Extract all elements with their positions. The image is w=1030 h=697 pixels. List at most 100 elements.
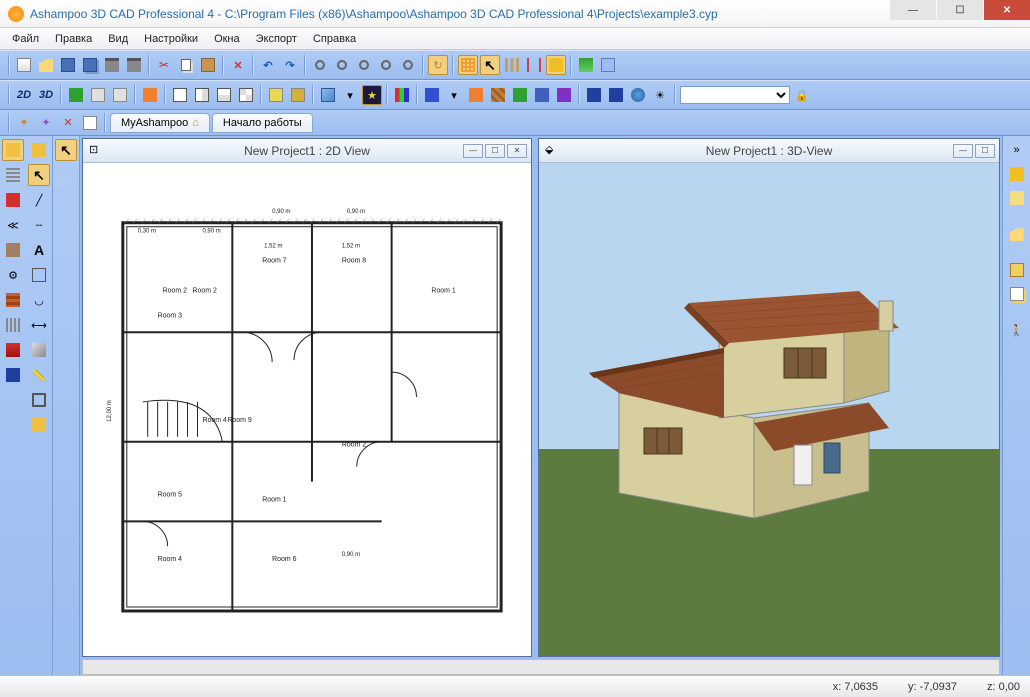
menu-settings[interactable]: Настройки: [136, 31, 206, 47]
view-2d-button[interactable]: 2D: [14, 85, 34, 105]
side-person-button[interactable]: 🚶: [1007, 320, 1027, 340]
gradient-button[interactable]: ▾: [340, 85, 360, 105]
menu-view[interactable]: Вид: [100, 31, 136, 47]
sun-button[interactable]: ☀: [650, 85, 670, 105]
cut-button[interactable]: ✂: [154, 55, 174, 75]
wall-tool-button[interactable]: [2, 139, 24, 161]
dropdown-button[interactable]: ▾: [444, 85, 464, 105]
menu-edit[interactable]: Правка: [47, 31, 100, 47]
zoom-in-button[interactable]: [310, 55, 330, 75]
fence-button[interactable]: [2, 314, 24, 336]
close-button[interactable]: ✕: [984, 0, 1030, 20]
text-tool-button[interactable]: A: [28, 239, 50, 261]
brick-button[interactable]: [2, 289, 24, 311]
refresh-button[interactable]: ↻: [428, 55, 448, 75]
tool-home-button[interactable]: [532, 85, 552, 105]
side-expand-button[interactable]: »: [1007, 140, 1027, 160]
layer-button[interactable]: [576, 55, 596, 75]
axis1-button[interactable]: [584, 85, 604, 105]
color-rgb-button[interactable]: [392, 85, 412, 105]
tool-settings-button[interactable]: [554, 85, 574, 105]
save-as-button[interactable]: [80, 55, 100, 75]
undo-button[interactable]: ↶: [258, 55, 278, 75]
wand-button[interactable]: ✦: [36, 113, 56, 133]
side-clipboard-button[interactable]: [1007, 260, 1027, 280]
copy-button[interactable]: [176, 55, 196, 75]
mode-1-button[interactable]: ↖: [55, 139, 77, 161]
furniture-tool-button[interactable]: [28, 414, 50, 436]
zoom-fit-button[interactable]: [354, 55, 374, 75]
shape-tool-button[interactable]: [28, 264, 50, 286]
maximize-button[interactable]: ☐: [937, 0, 983, 20]
floor-list2-button[interactable]: [110, 85, 130, 105]
viewport-2d-canvas[interactable]: Room 2 Room 2 Room 7 Room 8 Room 1 Room …: [83, 163, 531, 656]
vp2d-minimize-button[interactable]: —: [463, 144, 483, 158]
paste-button[interactable]: [198, 55, 218, 75]
layer-select[interactable]: [680, 86, 790, 104]
delete-button[interactable]: ✕: [228, 55, 248, 75]
select-button[interactable]: ↖: [480, 55, 500, 75]
zoom-out-button[interactable]: [332, 55, 352, 75]
side-panel1-button[interactable]: [1007, 164, 1027, 184]
zoom-window-button[interactable]: [376, 55, 396, 75]
side-panel2-button[interactable]: [1007, 188, 1027, 208]
fill-button[interactable]: [422, 85, 442, 105]
settings-gear-button[interactable]: ⚙: [2, 264, 24, 286]
tools-button[interactable]: [2, 239, 24, 261]
globe-button[interactable]: [628, 85, 648, 105]
vp3d-minimize-button[interactable]: —: [953, 144, 973, 158]
cube-blue-button[interactable]: [2, 364, 24, 386]
dim-tool-button[interactable]: ⟷: [28, 314, 50, 336]
minimize-button[interactable]: —: [890, 0, 936, 20]
grid-button[interactable]: [458, 55, 478, 75]
door-red-button[interactable]: [2, 339, 24, 361]
menu-help[interactable]: Справка: [305, 31, 364, 47]
menu-windows[interactable]: Окна: [206, 31, 248, 47]
new-button[interactable]: [14, 55, 34, 75]
arc-tool-button[interactable]: ◡: [28, 289, 50, 311]
snap-button[interactable]: [546, 55, 566, 75]
redo-button[interactable]: ↷: [280, 55, 300, 75]
menu-file[interactable]: Файл: [4, 31, 47, 47]
window-layout3-button[interactable]: [214, 85, 234, 105]
guides-button[interactable]: [524, 55, 544, 75]
axis2-button[interactable]: [606, 85, 626, 105]
side-copy-button[interactable]: [1007, 284, 1027, 304]
render1-button[interactable]: [266, 85, 286, 105]
ruler-tool-button[interactable]: 📏: [28, 364, 50, 386]
ruler-button[interactable]: [502, 55, 522, 75]
properties-button[interactable]: [598, 55, 618, 75]
window-layout2-button[interactable]: [192, 85, 212, 105]
home-tool-button[interactable]: [28, 139, 50, 161]
cursor-tool-button[interactable]: ↖: [28, 164, 50, 186]
menu-export[interactable]: Экспорт: [248, 31, 305, 47]
print-preview-button[interactable]: [124, 55, 144, 75]
tool-orange-button[interactable]: [466, 85, 486, 105]
window-layout4-button[interactable]: [236, 85, 256, 105]
window-layout1-button[interactable]: [170, 85, 190, 105]
chevron-button[interactable]: ≪: [2, 214, 24, 236]
wall-tool2-button[interactable]: [28, 389, 50, 411]
vp2d-maximize-button[interactable]: ☐: [485, 144, 505, 158]
wizard-button[interactable]: ✦: [14, 113, 34, 133]
horizontal-scrollbar[interactable]: [82, 659, 1000, 675]
box-button[interactable]: [318, 85, 338, 105]
window-tile-button[interactable]: [140, 85, 160, 105]
star-button[interactable]: ★: [362, 85, 382, 105]
dash-tool-button[interactable]: ╌: [28, 214, 50, 236]
render2-button[interactable]: [288, 85, 308, 105]
tab-getting-started[interactable]: Начало работы: [212, 113, 313, 133]
floor-list1-button[interactable]: [88, 85, 108, 105]
open-button[interactable]: [36, 55, 56, 75]
print-button[interactable]: [102, 55, 122, 75]
remove-button[interactable]: ✕: [58, 113, 78, 133]
list-button[interactable]: [80, 113, 100, 133]
box3d-tool-button[interactable]: [28, 339, 50, 361]
lock-button[interactable]: 🔒: [792, 85, 812, 105]
side-folder-button[interactable]: [1007, 224, 1027, 244]
tool-stairs-button[interactable]: [488, 85, 508, 105]
vp2d-close-button[interactable]: ✕: [507, 144, 527, 158]
line-tool-button[interactable]: ╱: [28, 189, 50, 211]
viewport-3d-canvas[interactable]: [539, 163, 999, 656]
hatch-button[interactable]: [2, 164, 24, 186]
